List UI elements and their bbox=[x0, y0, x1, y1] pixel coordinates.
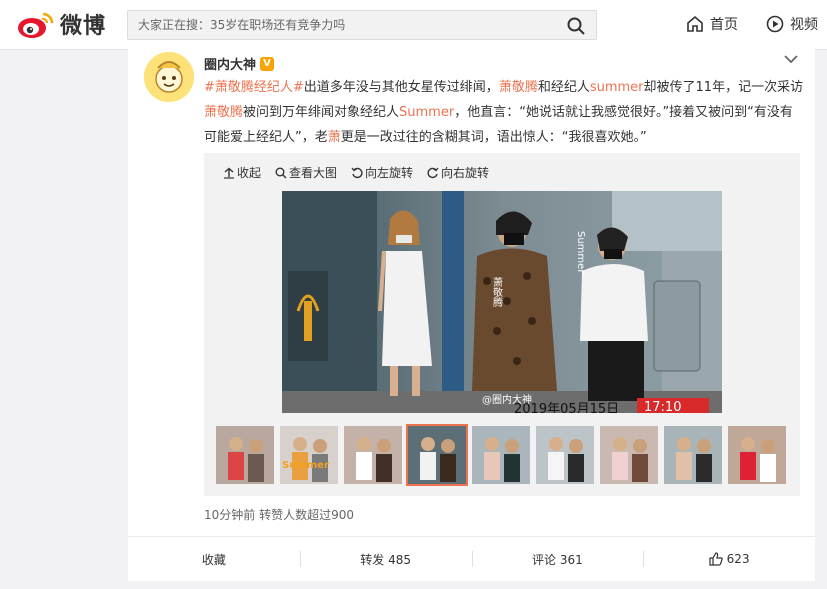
post-text-segment: 被问到万年绯闻对象经纪人 bbox=[243, 105, 400, 120]
thumbnail-image bbox=[472, 426, 530, 484]
media-toolbar: 收起 查看大图 向左旋转 向右旋转 bbox=[223, 164, 489, 181]
thumbnail[interactable] bbox=[600, 426, 658, 484]
keyword-link[interactable]: Summer bbox=[399, 105, 454, 120]
media-viewer: 收起 查看大图 向左旋转 向右旋转 萧敬腾 Summer @圈内大神 2019年… bbox=[204, 153, 800, 496]
weibo-logo[interactable]: 微博 bbox=[16, 8, 106, 40]
thumbnail[interactable]: Summer bbox=[280, 426, 338, 484]
weibo-logo-icon bbox=[18, 12, 54, 38]
post-meta: 10分钟前 转赞人数超过900 bbox=[204, 508, 354, 522]
thumbnail[interactable] bbox=[216, 426, 274, 484]
favorite-button[interactable]: 收藏 bbox=[128, 537, 300, 581]
photo-date-stamp: 2019年05月15日 bbox=[514, 402, 619, 413]
repost-button[interactable]: 转发 485 bbox=[299, 537, 472, 581]
thumbnail-image bbox=[664, 426, 722, 484]
photo-time-stamp: 17:10 bbox=[644, 400, 681, 413]
thumbnail-image bbox=[728, 426, 786, 484]
author-name[interactable]: 圈内大神 V bbox=[204, 54, 275, 73]
author-name-text: 圈内大神 bbox=[204, 58, 257, 73]
collapse-label: 收起 bbox=[237, 166, 262, 180]
main-photo[interactable]: 萧敬腾 Summer @圈内大神 2019年05月15日 17:10 bbox=[282, 191, 722, 413]
thumbs-up-icon bbox=[709, 552, 723, 566]
thumbnail[interactable] bbox=[728, 426, 786, 484]
comment-button[interactable]: 评论 361 bbox=[471, 537, 644, 581]
top-bar: 微博 首页 视频 bbox=[0, 0, 827, 50]
avatar[interactable] bbox=[144, 52, 194, 102]
action-bar: 收藏 转发 485 评论 361 623 bbox=[128, 536, 815, 581]
thumbnail-caption: Summer bbox=[282, 460, 329, 471]
post-text: #萧敬腾经纪人#出道多年没与其他女星传过绯闻，萧敬腾和经纪人summer却被传了… bbox=[204, 75, 804, 150]
search-input[interactable] bbox=[128, 11, 548, 39]
rotate-left-icon bbox=[351, 167, 363, 178]
topic-link[interactable]: #萧敬腾经纪人# bbox=[204, 80, 304, 95]
photo-label-right: Summer bbox=[575, 231, 586, 274]
thumbnail-image bbox=[216, 426, 274, 484]
thumbnail[interactable] bbox=[536, 426, 594, 484]
like-count: 623 bbox=[726, 552, 750, 566]
magnifier-icon bbox=[275, 167, 287, 178]
keyword-link[interactable]: 萧敬腾 bbox=[204, 105, 243, 120]
post-text-segment: 和经纪人 bbox=[537, 80, 590, 95]
nav-video-label: 视频 bbox=[790, 17, 818, 33]
nav-video[interactable]: 视频 bbox=[766, 14, 818, 34]
nav-home-label: 首页 bbox=[710, 17, 738, 33]
keyword-link[interactable]: summer bbox=[590, 80, 644, 95]
search-icon[interactable] bbox=[566, 16, 586, 36]
nav-home[interactable]: 首页 bbox=[686, 14, 738, 34]
home-icon bbox=[687, 15, 703, 32]
favorite-label: 收藏 bbox=[201, 552, 226, 567]
repost-label: 转发 485 bbox=[360, 552, 411, 567]
keyword-link[interactable]: 萧敬腾 bbox=[499, 80, 538, 95]
rotate-right-label: 向右旋转 bbox=[441, 166, 490, 180]
thumbnail-image bbox=[600, 426, 658, 484]
thumbnail[interactable] bbox=[406, 424, 468, 486]
rotate-left-label: 向左旋转 bbox=[365, 166, 414, 180]
collapse-button[interactable]: 收起 bbox=[223, 164, 261, 181]
thumbnail[interactable] bbox=[344, 426, 402, 484]
comment-label: 评论 361 bbox=[532, 552, 583, 567]
thumbnail-image bbox=[536, 426, 594, 484]
view-large-label: 查看大图 bbox=[289, 166, 338, 180]
thumbnail-image bbox=[408, 426, 466, 484]
video-icon bbox=[766, 15, 784, 33]
thumbnail-image bbox=[280, 426, 338, 484]
rotate-right-button[interactable]: 向右旋转 bbox=[427, 164, 489, 181]
arrow-up-icon bbox=[224, 167, 234, 179]
post-text-segment: 出道多年没与其他女星传过绯闻， bbox=[303, 80, 499, 95]
like-button[interactable]: 623 bbox=[643, 537, 815, 581]
avatar-image-icon bbox=[144, 52, 194, 102]
rotate-right-icon bbox=[427, 167, 439, 178]
view-large-button[interactable]: 查看大图 bbox=[275, 164, 337, 181]
rotate-left-button[interactable]: 向左旋转 bbox=[351, 164, 413, 181]
search-box bbox=[127, 10, 597, 40]
chevron-down-icon[interactable] bbox=[784, 54, 798, 64]
street-photo-image: 萧敬腾 Summer @圈内大神 2019年05月15日 17:10 bbox=[282, 191, 722, 413]
thumbnail-image bbox=[344, 426, 402, 484]
thumbnail[interactable] bbox=[664, 426, 722, 484]
photo-label-left: 萧敬腾 bbox=[491, 277, 503, 308]
logo-text: 微博 bbox=[60, 14, 107, 39]
thumbnail[interactable] bbox=[472, 426, 530, 484]
post-text-segment: 却被传了11年，记一次采访 bbox=[643, 80, 804, 95]
post-text-segment: 更是一改过往的含糊其词，语出惊人：“我很喜欢她。” bbox=[340, 130, 647, 145]
post-card: 圈内大神 V #萧敬腾经纪人#出道多年没与其他女星传过绯闻，萧敬腾和经纪人sum… bbox=[128, 44, 815, 581]
verified-badge: V bbox=[260, 56, 275, 71]
thumbnail-strip: Summer bbox=[216, 424, 786, 486]
keyword-link[interactable]: 萧 bbox=[328, 130, 341, 145]
